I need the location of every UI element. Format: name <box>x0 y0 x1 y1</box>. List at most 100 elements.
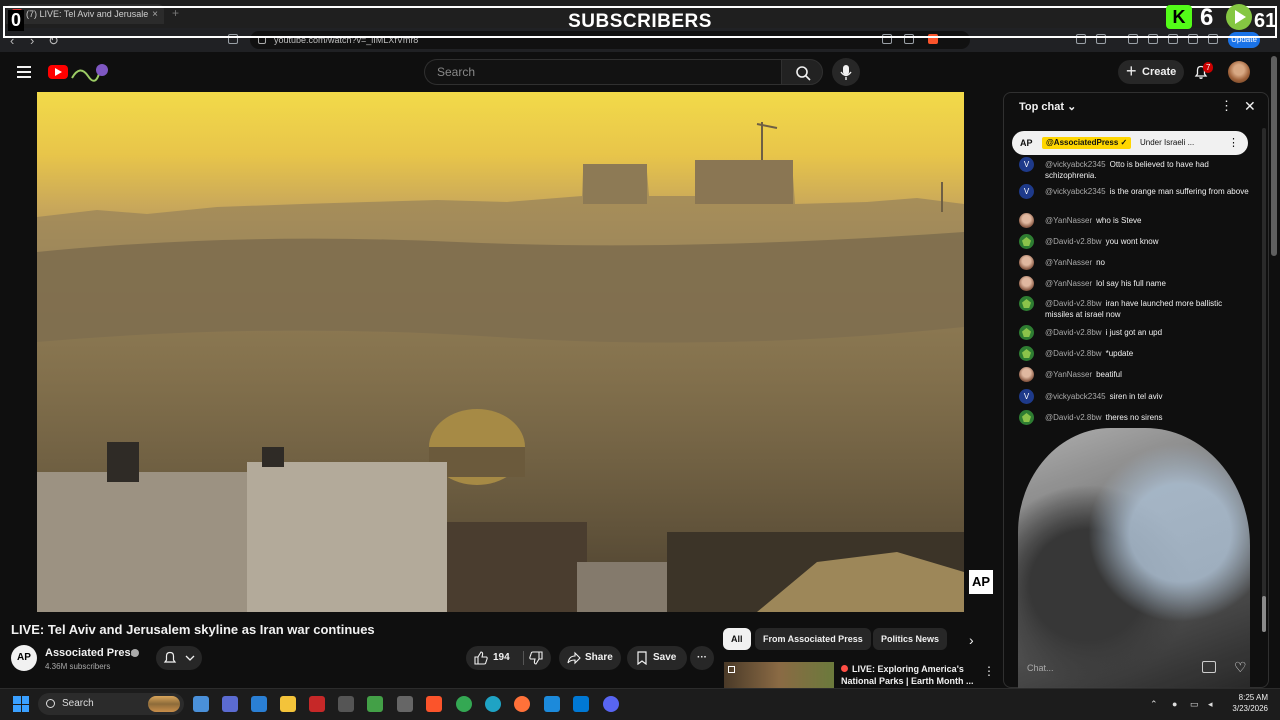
forward-icon[interactable]: › <box>30 33 34 48</box>
microphone-tray-icon[interactable]: ● <box>1172 699 1177 709</box>
chat-author-name[interactable]: @YanNasser <box>1045 279 1092 288</box>
chat-author-name[interactable]: @David-v2.8bw <box>1045 237 1102 246</box>
brave-browser-icon[interactable] <box>426 696 442 712</box>
browser-update-button[interactable]: Update <box>1228 32 1260 48</box>
app-icon-7[interactable] <box>367 696 383 712</box>
chat-message[interactable]: @David-v2.8bw *update <box>1019 346 1249 361</box>
chat-author-avatar[interactable] <box>1019 325 1034 340</box>
chip-politics-news[interactable]: Politics News <box>873 628 948 650</box>
site-info-icon[interactable] <box>258 36 266 44</box>
taskbar-search[interactable]: Search <box>38 693 184 715</box>
chat-mode-selector[interactable]: Top chat ⌄ <box>1019 100 1076 113</box>
chat-author-avatar[interactable] <box>1019 346 1034 361</box>
chips-next-arrow-icon[interactable]: › <box>969 632 974 648</box>
bookmark-icon[interactable] <box>228 34 238 44</box>
reload-icon[interactable]: ↻ <box>48 33 59 49</box>
chat-author-name[interactable]: @YanNasser <box>1045 216 1092 225</box>
chat-author-name[interactable]: @David-v2.8bw <box>1045 349 1102 358</box>
chat-author-name[interactable]: @vickyabck2345 <box>1045 392 1106 401</box>
chat-message[interactable]: @David-v2.8bw iran have launched more bal… <box>1019 296 1249 319</box>
chat-message[interactable]: @David-v2.8bw theres no sirens <box>1019 410 1249 425</box>
chat-message[interactable]: V @vickyabck2345 siren in tel aviv <box>1019 389 1249 404</box>
save-button[interactable]: Save <box>627 646 687 670</box>
chat-author-name[interactable]: @vickyabck2345 <box>1045 187 1106 196</box>
recommendation-title[interactable]: LIVE: Exploring America's National Parks… <box>841 663 981 687</box>
youtube-logo-icon[interactable] <box>48 65 68 79</box>
thumbs-up-icon[interactable] <box>474 651 488 665</box>
chat-message[interactable]: @YanNasser who is Steve <box>1019 213 1249 228</box>
app-icon-8[interactable] <box>397 696 413 712</box>
chat-message[interactable]: @YanNasser beatiful <box>1019 367 1249 382</box>
recommendation-thumbnail[interactable] <box>724 662 834 688</box>
app-icon-1[interactable] <box>193 696 209 712</box>
volume-icon[interactable]: ◂ <box>1208 699 1213 710</box>
chat-message[interactable]: @David-v2.8bw you wont know <box>1019 234 1249 249</box>
subscribed-bell-button[interactable] <box>156 646 202 670</box>
back-icon[interactable]: ‹ <box>10 33 14 48</box>
share-button[interactable]: Share <box>559 646 621 670</box>
pinned-menu-icon[interactable]: ⋮ <box>1228 131 1239 155</box>
voice-search-button[interactable] <box>832 58 860 86</box>
app-icon-3[interactable] <box>251 696 267 712</box>
chat-author-avatar[interactable]: V <box>1019 157 1034 172</box>
page-scrollbar[interactable] <box>1271 56 1277 256</box>
chat-close-icon[interactable]: ✕ <box>1244 98 1256 115</box>
chat-author-name[interactable]: @vickyabck2345 <box>1045 160 1106 169</box>
file-explorer-icon[interactable] <box>280 696 296 712</box>
pinned-message[interactable]: AP @AssociatedPress ✓ Under Israeli ... … <box>1012 131 1248 155</box>
chat-author-avatar[interactable] <box>1019 255 1034 270</box>
more-actions-button[interactable]: ··· <box>690 646 714 670</box>
history-icon[interactable] <box>1188 34 1198 44</box>
tray-overflow-icon[interactable]: ⌃ <box>1150 699 1158 710</box>
extension-icon[interactable] <box>1076 34 1086 44</box>
app-icon-6[interactable] <box>338 696 354 712</box>
chat-scrollbar-track[interactable] <box>1262 128 1266 632</box>
youtube-doodle-icon[interactable] <box>70 62 108 82</box>
discord-icon[interactable] <box>603 696 619 712</box>
video-player[interactable] <box>37 92 964 612</box>
heart-reaction-icon[interactable]: ♡ <box>1234 659 1247 676</box>
chat-message[interactable]: @YanNasser no <box>1019 255 1249 270</box>
media-icon[interactable] <box>1128 34 1138 44</box>
chat-author-avatar[interactable] <box>1019 296 1034 311</box>
wallet-icon[interactable] <box>1096 34 1106 44</box>
windows-start-icon[interactable] <box>13 696 29 712</box>
chat-author-avatar[interactable]: V <box>1019 184 1034 199</box>
downloads-icon[interactable] <box>1168 34 1178 44</box>
menu-icon[interactable] <box>17 66 31 78</box>
firefox-icon[interactable] <box>514 696 530 712</box>
recommendation-menu-icon[interactable]: ⋮ <box>983 664 995 678</box>
chat-author-name[interactable]: @YanNasser <box>1045 258 1092 267</box>
chrome-icon[interactable] <box>456 696 472 712</box>
sidebar-icon[interactable] <box>1148 34 1158 44</box>
chip-all[interactable]: All <box>723 628 751 650</box>
edge-icon[interactable] <box>485 696 501 712</box>
chat-author-name[interactable]: @YanNasser <box>1045 370 1092 379</box>
search-button[interactable] <box>781 59 823 85</box>
chat-message[interactable]: @David-v2.8bw i just got an upd <box>1019 325 1249 340</box>
chat-author-avatar[interactable] <box>1019 234 1034 249</box>
chat-menu-icon[interactable]: ⋮ <box>1220 98 1233 114</box>
chip-from-associated-press[interactable]: From Associated Press <box>755 628 871 650</box>
chat-author-name[interactable]: @David-v2.8bw <box>1045 413 1102 422</box>
chat-author-avatar[interactable] <box>1019 410 1034 425</box>
chat-author-name[interactable]: @David-v2.8bw <box>1045 299 1102 308</box>
chat-message[interactable]: V @vickyabck2345 is the orange man sufferi… <box>1019 184 1249 206</box>
vscode-icon[interactable] <box>573 696 589 712</box>
search-input[interactable]: Search <box>424 59 781 85</box>
thumbs-down-icon[interactable] <box>529 651 543 665</box>
channel-name[interactable]: Associated Press <box>45 647 137 659</box>
network-icon[interactable]: ▭ <box>1190 699 1199 710</box>
chat-input[interactable]: Chat... <box>1019 658 1169 678</box>
app-icon-13[interactable] <box>544 696 560 712</box>
chat-author-avatar[interactable] <box>1019 276 1034 291</box>
account-avatar[interactable] <box>1228 61 1250 83</box>
super-chat-icon[interactable] <box>1202 661 1216 673</box>
brave-shields-icon[interactable] <box>928 34 938 44</box>
app-icon-2[interactable] <box>222 696 238 712</box>
chat-author-name[interactable]: @David-v2.8bw <box>1045 328 1102 337</box>
chat-author-avatar[interactable] <box>1019 213 1034 228</box>
vpn-icon[interactable] <box>1208 34 1218 44</box>
channel-avatar[interactable]: AP <box>11 645 37 671</box>
chat-message[interactable]: @YanNasser lol say his full name <box>1019 276 1249 291</box>
